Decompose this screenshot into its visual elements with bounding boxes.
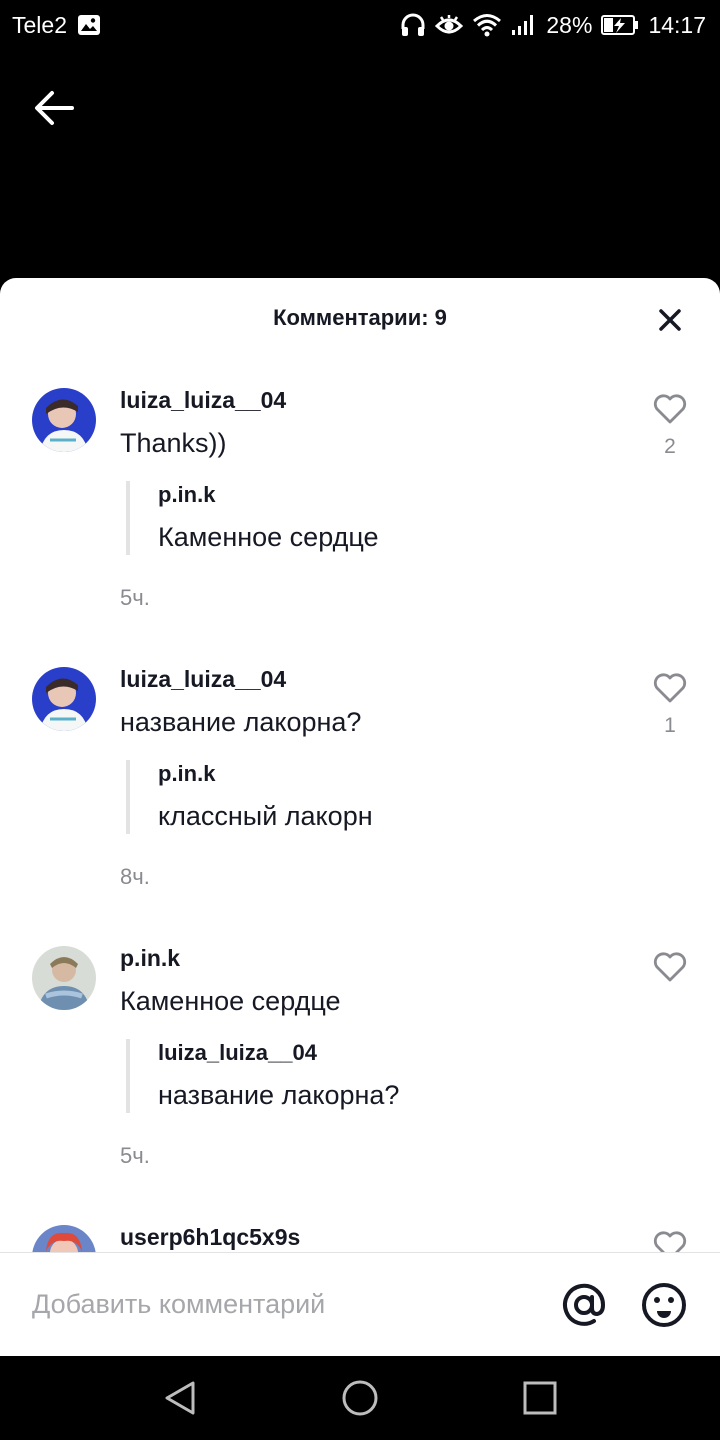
reply-username[interactable]: p.in.k (158, 481, 630, 509)
comments-title: Комментарии: 9 (273, 305, 447, 330)
sheet-header: Комментарии: 9 (0, 278, 720, 358)
status-bar: Tele2 28% 14:17 (0, 0, 720, 50)
navigation-bar (0, 1356, 720, 1440)
screen: Tele2 28% 14:17 Комментарии: 9 luiza_lui… (0, 0, 720, 1440)
home-circle-icon (342, 1380, 378, 1416)
heart-outline-icon (653, 952, 687, 982)
comment-text: Thanks)) (120, 428, 227, 458)
comment-time: 5ч. (120, 1143, 150, 1168)
comments-sheet: Комментарии: 9 luiza_luiza__04 Thanks)) … (0, 278, 720, 1356)
comment-text: название лакорна? (120, 707, 362, 737)
reply-quote: p.in.k Каменное сердце (126, 481, 630, 555)
comment-time: 8ч. (120, 864, 150, 889)
nav-home-button[interactable] (340, 1378, 380, 1418)
emoji-button[interactable] (640, 1281, 688, 1329)
avatar[interactable] (32, 1225, 96, 1252)
mention-button[interactable] (560, 1281, 608, 1329)
reply-text: классный лакорн (158, 801, 373, 831)
back-button[interactable] (30, 84, 78, 132)
clock: 14:17 (648, 11, 706, 38)
comment-text: Каменное сердце (120, 986, 341, 1016)
reply-username[interactable]: p.in.k (158, 760, 630, 788)
comment-input[interactable] (32, 1279, 512, 1329)
comments-list[interactable]: luiza_luiza__04 Thanks)) p.in.k Каменное… (0, 358, 720, 1252)
heart-outline-icon (653, 394, 687, 424)
gallery-notification-icon (77, 14, 101, 36)
like-button[interactable]: 1 (650, 673, 690, 738)
eye-comfort-icon (435, 14, 464, 36)
battery-charging-icon (601, 14, 639, 36)
like-count: 1 (664, 714, 676, 737)
nav-back-button[interactable] (160, 1378, 200, 1418)
avatar[interactable] (32, 388, 96, 452)
at-sign-icon (563, 1283, 606, 1326)
status-right: 28% 14:17 (400, 12, 706, 39)
status-left: Tele2 (12, 12, 101, 39)
comment-input-bar (0, 1252, 720, 1356)
nav-recents-button[interactable] (520, 1378, 560, 1418)
comment-username[interactable]: luiza_luiza__04 (120, 383, 630, 417)
comment-username[interactable]: p.in.k (120, 941, 630, 975)
reply-username[interactable]: luiza_luiza__04 (158, 1039, 630, 1067)
avatar[interactable] (32, 667, 96, 731)
comment-username[interactable]: userp6h1qc5x9s (120, 1220, 630, 1252)
reply-quote: luiza_luiza__04 название лакорна? (126, 1039, 630, 1113)
arrow-left-icon (35, 91, 74, 125)
like-button[interactable]: 2 (650, 394, 690, 459)
reply-text: Каменное сердце (158, 522, 379, 552)
avatar[interactable] (32, 946, 96, 1010)
smiley-icon (642, 1283, 686, 1327)
like-button[interactable] (650, 1231, 690, 1252)
comment-time: 5ч. (120, 585, 150, 610)
battery-percent: 28% (546, 11, 593, 38)
like-count: 2 (664, 435, 676, 458)
reply-text: название лакорна? (158, 1080, 400, 1110)
back-triangle-icon (165, 1381, 195, 1415)
reply-quote: p.in.k классный лакорн (126, 760, 630, 834)
comment-username[interactable]: luiza_luiza__04 (120, 662, 630, 696)
wifi-icon (472, 13, 502, 37)
comment-body: luiza_luiza__04 Thanks)) p.in.k Каменное… (120, 383, 630, 613)
close-icon (659, 309, 681, 331)
heart-outline-icon (653, 1231, 687, 1252)
headphones-icon (400, 13, 426, 37)
comment-body: p.in.k Каменное сердце luiza_luiza__04 н… (120, 941, 630, 1171)
like-button[interactable] (650, 952, 690, 987)
recents-square-icon (523, 1381, 557, 1415)
carrier-name: Tele2 (12, 11, 67, 38)
signal-icon (511, 14, 537, 36)
comment-body: userp6h1qc5x9s (120, 1220, 630, 1252)
close-button[interactable] (650, 300, 690, 340)
heart-outline-icon (653, 673, 687, 703)
comment-body: luiza_luiza__04 название лакорна? p.in.k… (120, 662, 630, 892)
